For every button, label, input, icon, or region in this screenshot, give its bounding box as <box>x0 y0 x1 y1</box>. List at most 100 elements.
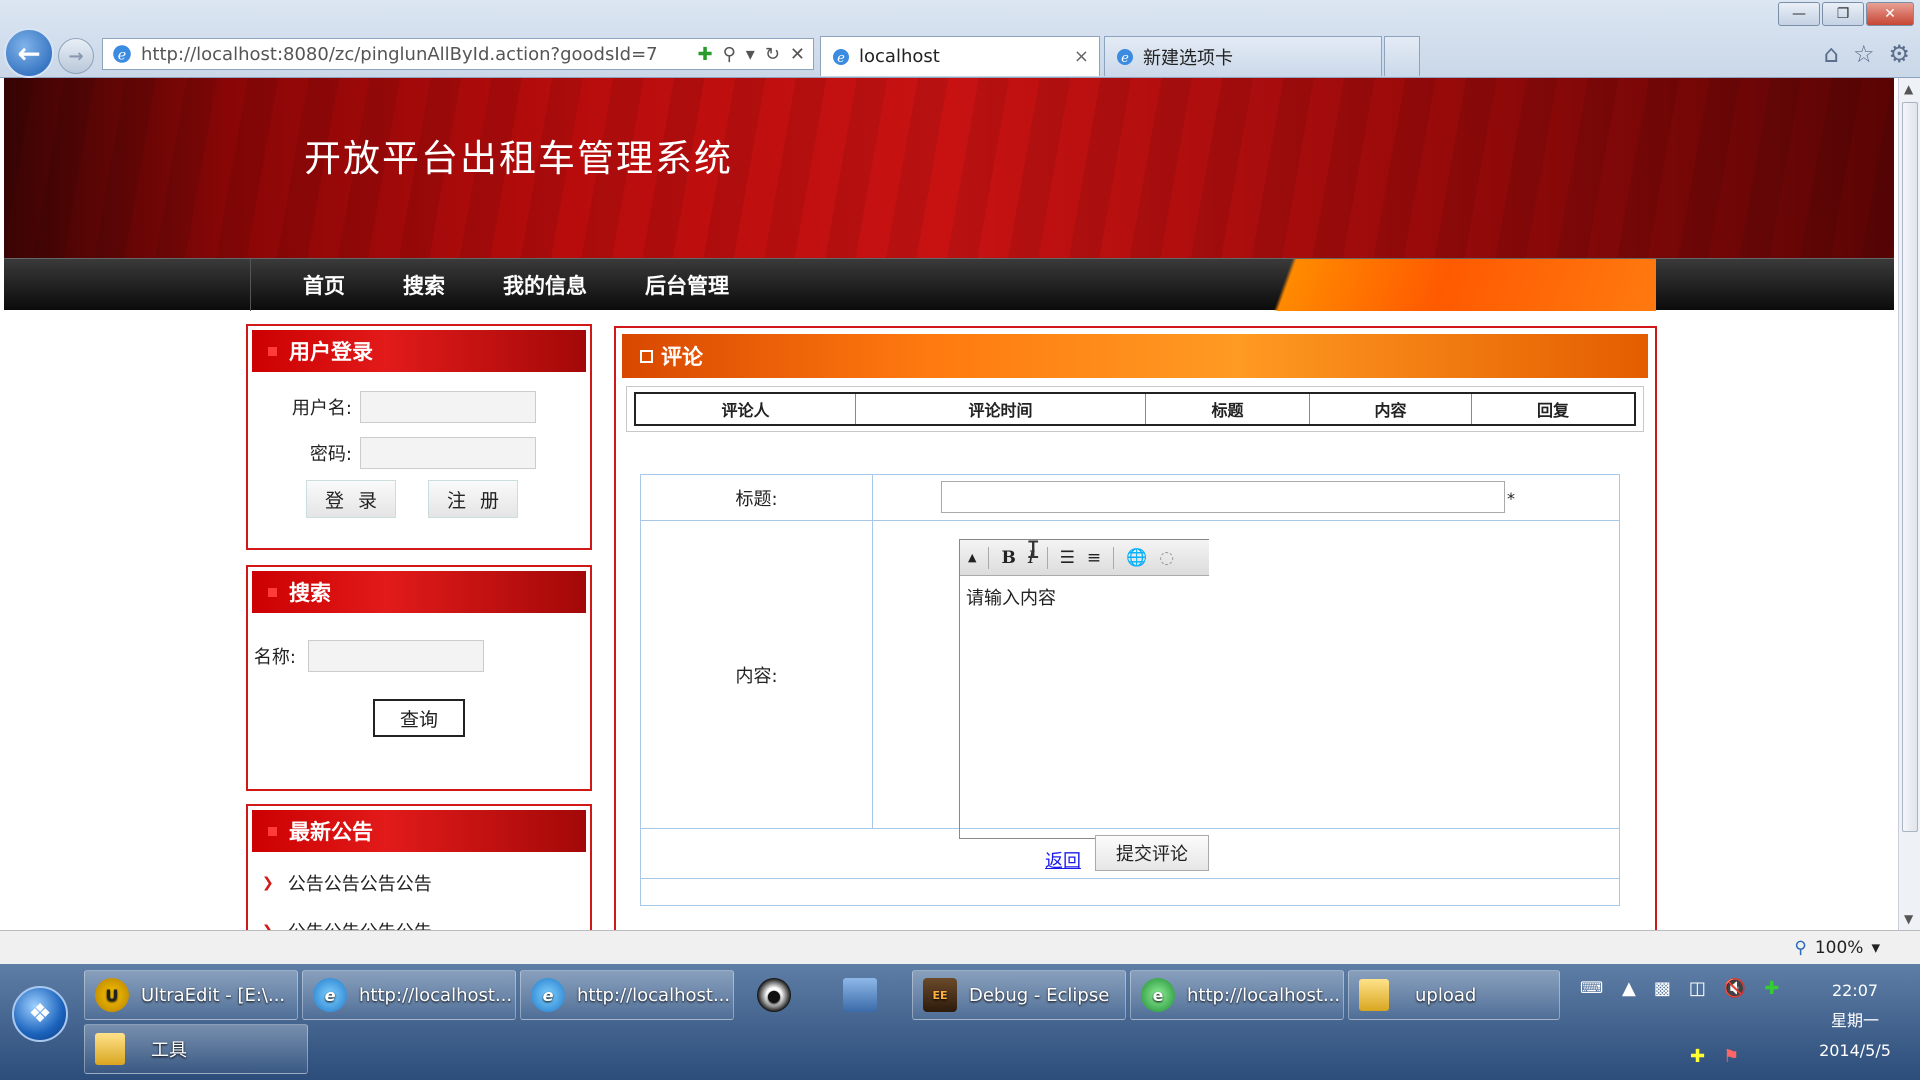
system-tray-row2: ✚ ⚑ <box>1690 1046 1739 1067</box>
show-hidden-icons[interactable]: ▲ <box>1622 978 1636 999</box>
notice-item[interactable]: ❯ 公告公告公告公告 <box>262 870 590 896</box>
nav-home[interactable]: 首页 <box>303 270 345 300</box>
actions-row: 返回 提交评论 <box>641 829 1619 879</box>
search-panel: 搜索 名称: 查询 <box>246 565 592 791</box>
restore-button[interactable]: ❐ <box>1822 2 1864 26</box>
title-input[interactable] <box>941 481 1505 513</box>
notice-item-label[interactable]: 公告公告公告公告 <box>288 918 432 930</box>
favorites-star-icon[interactable]: ☆ <box>1853 40 1875 68</box>
col-comment-time: 评论时间 <box>856 394 1146 424</box>
taskbar-ie-3[interactable]: e http://localhost... <box>1130 970 1344 1020</box>
login-button[interactable]: 登录 <box>306 480 396 518</box>
notice-item-label[interactable]: 公告公告公告公告 <box>288 870 432 896</box>
back-link[interactable]: 返回 <box>1045 847 1081 873</box>
username-input[interactable] <box>360 391 536 423</box>
tab-label: 新建选项卡 <box>1143 47 1233 69</box>
ultraedit-icon: U <box>95 978 129 1012</box>
clock-date: 2014/5/5 <box>1819 1041 1891 1060</box>
taskbar-button-label: http://localhost... <box>577 984 731 1006</box>
address-bar[interactable]: e http://localhost:8080/zc/pinglunAllByI… <box>102 38 814 70</box>
page-viewport: 开放平台出租车管理系统 首页 搜索 我的信息 后台管理 用户登录 用户名: 密码… <box>0 78 1898 930</box>
stop-icon[interactable]: ✕ <box>790 44 805 65</box>
search-icon[interactable]: ⚲ <box>723 44 736 65</box>
start-button[interactable]: ❖ <box>12 986 68 1042</box>
window-controls: — ❐ ✕ <box>1778 2 1914 26</box>
gear-icon[interactable]: ⚙ <box>1888 40 1910 68</box>
comments-header-label: 评论 <box>661 345 703 369</box>
compat-icon[interactable]: ✚ <box>697 44 712 65</box>
add-icon[interactable]: ✚ <box>1690 1046 1705 1067</box>
tab-new[interactable]: e 新建选项卡 <box>1104 36 1382 76</box>
refresh-icon[interactable]: ↻ <box>765 44 780 65</box>
notice-item[interactable]: ❯ 公告公告公告公告 <box>262 918 590 930</box>
forward-button[interactable]: → <box>58 38 94 74</box>
dropdown-icon[interactable]: ▾ <box>746 44 755 65</box>
system-tray: ▲ ▩ ◫ 🔇 ✚ <box>1622 978 1779 999</box>
collapse-icon[interactable]: ▲ <box>968 551 976 564</box>
link-icon[interactable]: 🌐 <box>1126 548 1147 568</box>
taskbar-ultraedit[interactable]: U UltraEdit - [E:\... <box>84 970 298 1020</box>
windows-logo-icon: ❖ <box>28 999 52 1029</box>
main-nav: 首页 搜索 我的信息 后台管理 <box>4 258 1894 311</box>
zoom-level[interactable]: 100% <box>1815 938 1864 958</box>
ie-page-icon: e <box>113 45 131 64</box>
clock[interactable]: 22:07 星期一 2014/5/5 <box>1800 976 1910 1066</box>
unlink-icon[interactable]: ◌ <box>1159 548 1174 568</box>
svg-text:e: e <box>1121 51 1129 66</box>
query-button[interactable]: 查询 <box>373 699 465 737</box>
unordered-list-icon[interactable]: ≡ <box>1087 548 1101 568</box>
scroll-up-icon[interactable]: ▲ <box>1904 82 1913 96</box>
login-panel: 用户登录 用户名: 密码: 登录 注册 <box>246 324 592 550</box>
taskbar-eclipse[interactable]: EE Debug - Eclipse <box>912 970 1126 1020</box>
taskbar-button-label: http://localhost... <box>1187 984 1341 1006</box>
required-mark: * <box>1507 489 1515 508</box>
register-button[interactable]: 注册 <box>428 480 518 518</box>
keyboard-icon[interactable]: ⌨ <box>1580 978 1603 997</box>
content-row: 内容: ▲ B I ☰ ≡ 🌐 ◌ 请输入内容 <box>641 521 1619 839</box>
minimize-button[interactable]: — <box>1778 2 1820 26</box>
address-url[interactable]: http://localhost:8080/zc/pinglunAllById.… <box>141 44 697 65</box>
new-tab-button[interactable] <box>1384 36 1420 76</box>
editor-content[interactable]: 请输入内容 <box>960 576 1209 618</box>
svg-text:e: e <box>118 48 126 64</box>
submit-comment-button[interactable]: 提交评论 <box>1095 835 1209 871</box>
taskbar-ie-1[interactable]: e http://localhost... <box>302 970 516 1020</box>
nav-decoration <box>1230 259 1656 311</box>
volume-muted-icon[interactable]: 🔇 <box>1724 978 1746 999</box>
title-row: 标题: * <box>641 475 1619 521</box>
taskbar: ❖ U UltraEdit - [E:\... e http://localho… <box>0 964 1920 1080</box>
rich-text-editor[interactable]: ▲ B I ☰ ≡ 🌐 ◌ 请输入内容 <box>959 539 1209 839</box>
security-icon[interactable]: ✚ <box>1764 978 1779 999</box>
scroll-down-icon[interactable]: ▼ <box>1904 912 1913 926</box>
scrollbar-thumb[interactable] <box>1902 102 1918 832</box>
folder-icon <box>1359 979 1389 1011</box>
nav-search[interactable]: 搜索 <box>403 270 445 300</box>
taskbar-upload[interactable]: upload <box>1348 970 1560 1020</box>
tab-localhost[interactable]: e localhost × <box>820 36 1100 76</box>
home-icon[interactable]: ⌂ <box>1824 40 1839 68</box>
network-icon[interactable]: ▩ <box>1654 978 1671 999</box>
close-window-button[interactable]: ✕ <box>1866 2 1914 26</box>
col-content: 内容 <box>1310 394 1472 424</box>
taskbar-ie-2[interactable]: e http://localhost... <box>520 970 734 1020</box>
close-tab-icon[interactable]: × <box>1074 46 1089 67</box>
back-button[interactable]: ← <box>4 28 54 78</box>
password-input[interactable] <box>360 437 536 469</box>
taskbar-tools[interactable]: 工具 <box>84 1024 308 1074</box>
taskbar-network[interactable] <box>832 970 900 1020</box>
col-title: 标题 <box>1146 394 1310 424</box>
clock-time: 22:07 <box>1831 981 1879 1000</box>
ordered-list-icon[interactable]: ☰ <box>1060 548 1075 568</box>
bold-icon[interactable]: B <box>1001 548 1015 568</box>
flag-error-icon[interactable]: ⚑ <box>1723 1046 1739 1067</box>
nav-my-info[interactable]: 我的信息 <box>503 270 587 300</box>
zoom-dropdown-icon[interactable]: ▾ <box>1871 938 1880 958</box>
taskbar-qq[interactable]: ● <box>746 970 814 1020</box>
device-icon[interactable]: ◫ <box>1689 978 1706 999</box>
name-search-input[interactable] <box>308 640 484 672</box>
ie-icon: e <box>531 978 565 1012</box>
ie-tab-icon: e <box>833 48 849 66</box>
nav-admin[interactable]: 后台管理 <box>645 270 729 300</box>
vertical-scrollbar[interactable]: ▲ ▼ <box>1898 78 1920 930</box>
ie-icon: e <box>313 978 347 1012</box>
